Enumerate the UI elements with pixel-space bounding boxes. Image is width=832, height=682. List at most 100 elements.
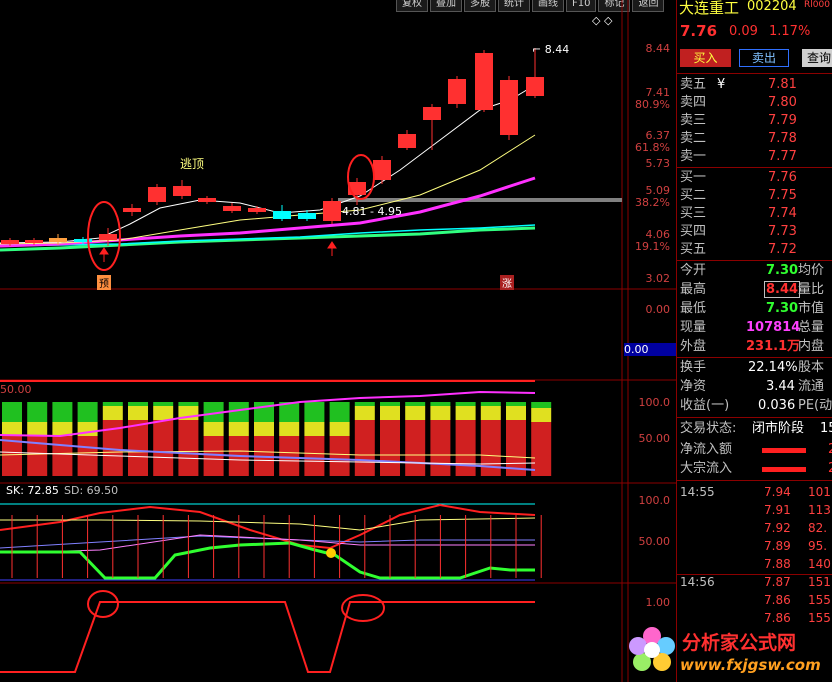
flow-row: 净流入额2 bbox=[680, 441, 832, 459]
candle-body bbox=[526, 77, 544, 96]
ask-row[interactable]: 卖五 ¥7.81 bbox=[680, 76, 830, 94]
axis-label: 3.02 bbox=[645, 272, 671, 285]
axis-label: 38.2% bbox=[635, 196, 670, 209]
candle-body bbox=[323, 201, 341, 221]
candle-body bbox=[223, 206, 241, 211]
kline-svg bbox=[0, 0, 676, 682]
pre-badge: 预 bbox=[97, 275, 111, 290]
bid-row[interactable]: 买一 7.76 bbox=[680, 169, 830, 187]
pane3-bar-yellow bbox=[153, 406, 174, 420]
sd-label: SD: 69.50 bbox=[64, 484, 119, 497]
flow-row: 大宗流入2 bbox=[680, 460, 832, 478]
pane4-red-curve bbox=[0, 503, 536, 550]
pane3-bar-green bbox=[405, 402, 426, 406]
bid-row[interactable]: 买二 7.75 bbox=[680, 187, 830, 205]
sell-button[interactable]: 卖出 bbox=[739, 49, 789, 67]
bid-row[interactable]: 买四 7.73 bbox=[680, 223, 830, 241]
pane3-bar-red bbox=[304, 436, 325, 476]
pane3-bar-red bbox=[52, 436, 73, 476]
tick-row: 7.88140. bbox=[764, 557, 832, 571]
ask-row[interactable]: 卖二 7.78 bbox=[680, 130, 830, 148]
pane3-bar-yellow bbox=[380, 406, 400, 420]
candle-body bbox=[273, 211, 291, 219]
stat-row: 最高 8.44 量比 bbox=[680, 281, 825, 298]
pane4-axis-label: 100.0 bbox=[638, 494, 671, 507]
pane3-bar-red bbox=[77, 436, 98, 476]
pane3-bar-red bbox=[354, 420, 375, 476]
pane3-bar-yellow bbox=[27, 422, 48, 436]
ask-row[interactable]: 卖三 7.79 bbox=[680, 112, 830, 130]
tick-row: 7.92 82. bbox=[764, 521, 828, 535]
rise-badge: 涨 bbox=[500, 275, 514, 290]
axis-label: 80.9% bbox=[635, 98, 670, 111]
axis-label: 5.73 bbox=[645, 157, 671, 170]
candle-body bbox=[298, 213, 316, 219]
pane3-bar-yellow bbox=[254, 422, 274, 436]
bid-row[interactable]: 买五 7.72 bbox=[680, 241, 830, 259]
pane4-axis-label: 50.00 bbox=[638, 535, 671, 548]
pane5-circle-left bbox=[87, 590, 119, 618]
diamond-icon[interactable]: ◇ ◇ bbox=[592, 14, 612, 27]
sk-label: SK: 72.85 bbox=[6, 484, 59, 497]
stat-row: 今开 7.30 均价 bbox=[680, 263, 825, 278]
high-price-marker: ⌐ 8.44 bbox=[532, 43, 570, 56]
tick-row: 14:557.94101. bbox=[680, 485, 832, 499]
pane3-bar-green bbox=[480, 402, 501, 406]
pane3-bar-yellow bbox=[228, 422, 249, 436]
pane3-bar-yellow bbox=[128, 406, 148, 420]
pane3-bar-green bbox=[102, 402, 123, 406]
pane3-bar-green bbox=[178, 402, 199, 406]
pane3-axis-label: 100.0 bbox=[638, 396, 671, 409]
candle-body bbox=[423, 107, 441, 120]
pane3-bar-yellow bbox=[506, 406, 526, 420]
stock-suffix: Rl000 bbox=[804, 0, 830, 10]
watermark-flower-logo bbox=[624, 624, 684, 674]
stat-row: 现量 107814 总量 bbox=[680, 320, 825, 335]
stat-row: 最低 7.30 市值 bbox=[680, 301, 825, 316]
quote-panel: 大连重工 002204 Rl000 7.76 0.09 1.17% 买入 卖出 … bbox=[676, 0, 832, 682]
pane5-step-line bbox=[0, 601, 535, 673]
pane5-axis-label: 1.00 bbox=[645, 596, 671, 609]
pane4-green-line bbox=[0, 541, 535, 580]
chart-area[interactable]: 复权 叠加 多股 统计 画线 F10 标记 返回 ⌐ 8.44 逃顶 4.81 … bbox=[0, 0, 821, 682]
candle-body bbox=[74, 239, 92, 242]
up-arrow-icon bbox=[99, 247, 109, 262]
candle-body bbox=[49, 238, 67, 242]
up-arrow-icon bbox=[327, 241, 337, 256]
candle-body bbox=[475, 53, 493, 110]
flow-bar bbox=[762, 467, 806, 472]
stat-row: 外盘 231.1万 内盘 bbox=[680, 339, 825, 354]
pane4-sticks bbox=[11, 515, 542, 578]
candle-body bbox=[25, 240, 43, 243]
tick-row: 7.86155. bbox=[764, 593, 832, 607]
pane3-bar-red bbox=[531, 422, 552, 476]
candle-body bbox=[198, 198, 216, 202]
query-button[interactable]: 查询 bbox=[802, 49, 832, 67]
stat-row: 收益(一) 0.036 PE(动 bbox=[680, 398, 832, 413]
pane2-value-box: 0.00 bbox=[624, 343, 676, 356]
candle-body bbox=[1, 240, 19, 244]
tick-row: 7.89 95. bbox=[764, 539, 828, 553]
candle-body bbox=[148, 187, 166, 202]
pane3-bar-red bbox=[128, 420, 148, 476]
pane3-bar-green bbox=[380, 402, 400, 406]
pane3-bar-red bbox=[380, 420, 400, 476]
candle-body bbox=[500, 80, 518, 135]
candle-body bbox=[173, 186, 191, 196]
bid-row[interactable]: 买三 7.74 bbox=[680, 205, 830, 223]
candles-group bbox=[1, 48, 544, 246]
buy-button[interactable]: 买入 bbox=[680, 49, 731, 67]
stat-row: 净资 3.44 流通 bbox=[680, 379, 825, 394]
pane2-axis-label: 0.00 bbox=[645, 303, 671, 316]
pane3-bar-green bbox=[304, 402, 325, 422]
pane3-top-label: 50.00 bbox=[0, 383, 32, 396]
stat-row: 换手 22.14% 股本 bbox=[680, 360, 825, 375]
ma-white-line bbox=[0, 84, 536, 244]
ask-row[interactable]: 卖四 7.80 bbox=[680, 94, 830, 112]
pane3-bar-yellow bbox=[405, 406, 426, 420]
ask-row[interactable]: 卖一 7.77 bbox=[680, 148, 830, 166]
flow-bar bbox=[762, 448, 806, 453]
pane3-bar-yellow bbox=[329, 422, 350, 436]
stock-price: 7.76 bbox=[680, 22, 718, 40]
pane3-bar-green bbox=[2, 402, 22, 422]
